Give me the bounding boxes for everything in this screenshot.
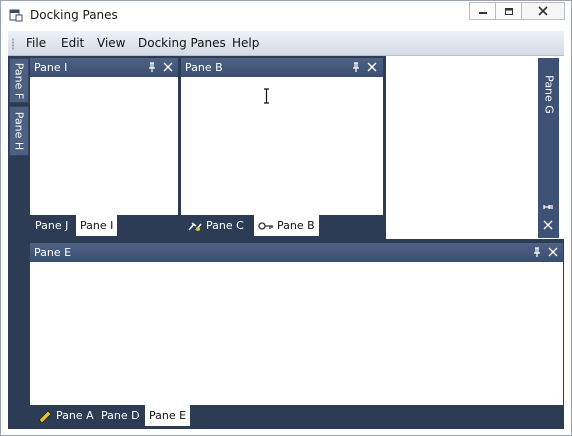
menu-docking-panes[interactable]: Docking Panes [138, 36, 226, 50]
tab-pane-j[interactable]: Pane J [31, 215, 72, 236]
close-icon[interactable] [548, 247, 558, 257]
pin-icon[interactable] [147, 62, 157, 73]
pane-b-content[interactable] [182, 77, 382, 214]
minimize-icon [478, 12, 487, 14]
tools-icon [188, 221, 202, 231]
pane-b-title: Pane B [185, 61, 223, 74]
pin-icon[interactable] [543, 202, 554, 212]
pane-i-content[interactable] [31, 77, 177, 214]
pane-e-tabstrip: Pane A Pane D Pane E [30, 405, 563, 428]
menu-file[interactable]: File [26, 36, 46, 50]
docking-frame: File Edit View Docking Panes Help Pane F… [8, 31, 564, 429]
tab-pane-i[interactable]: Pane I [76, 215, 118, 236]
title-bar[interactable]: Docking Panes [1, 1, 571, 31]
autohide-tab-pane-f[interactable]: Pane F [9, 58, 29, 103]
pane-b: Pane B [181, 58, 383, 215]
pin-icon[interactable] [532, 247, 542, 258]
pane-e-title: Pane E [34, 246, 72, 259]
menu-view[interactable]: View [97, 36, 125, 50]
pane-i-caption[interactable]: Pane I [30, 58, 178, 77]
maximize-icon [504, 7, 513, 15]
autohide-tab-pane-h[interactable]: Pane H [9, 106, 29, 156]
pane-i: Pane I [30, 58, 178, 215]
pane-b-caption[interactable]: Pane B [181, 58, 383, 77]
menu-help[interactable]: Help [232, 36, 259, 50]
pane-i-title: Pane I [34, 61, 68, 74]
tab-pane-c[interactable]: Pane C [183, 215, 248, 236]
main-window: Docking Panes File Edit View Docking Pan… [0, 0, 572, 436]
key-icon [258, 221, 273, 230]
close-icon[interactable] [543, 220, 553, 230]
pane-i-tabstrip: Pane J Pane I [30, 215, 180, 238]
close-icon [538, 6, 548, 16]
text-cursor-icon [264, 88, 269, 104]
window-title: Docking Panes [30, 8, 118, 22]
close-button[interactable] [521, 2, 565, 20]
pane-e-content[interactable] [31, 262, 562, 404]
pane-g-caption[interactable]: Pane G [538, 58, 559, 238]
app-icon [9, 9, 23, 22]
pane-g-title: Pane G [542, 75, 555, 114]
pin-icon[interactable] [351, 62, 361, 73]
pane-e-caption[interactable]: Pane E [30, 243, 563, 262]
tab-pane-d[interactable]: Pane D [97, 405, 144, 426]
menu-edit[interactable]: Edit [61, 36, 84, 50]
maximize-button[interactable] [495, 2, 521, 20]
close-icon[interactable] [163, 62, 173, 72]
menu-bar: File Edit View Docking Panes Help [8, 31, 564, 56]
tab-pane-e[interactable]: Pane E [145, 405, 191, 426]
toolbar-grip-icon[interactable] [12, 38, 14, 50]
tab-pane-b[interactable]: Pane B [254, 215, 319, 236]
pane-b-tabstrip: Pane C Pane B [181, 215, 385, 238]
pane-e: Pane E [30, 243, 563, 405]
pencil-icon [38, 410, 52, 422]
tab-pane-a[interactable]: Pane A [33, 405, 98, 426]
minimize-button[interactable] [469, 2, 495, 20]
left-autohide-strip: Pane F Pane H [8, 56, 29, 429]
close-icon[interactable] [367, 62, 377, 72]
